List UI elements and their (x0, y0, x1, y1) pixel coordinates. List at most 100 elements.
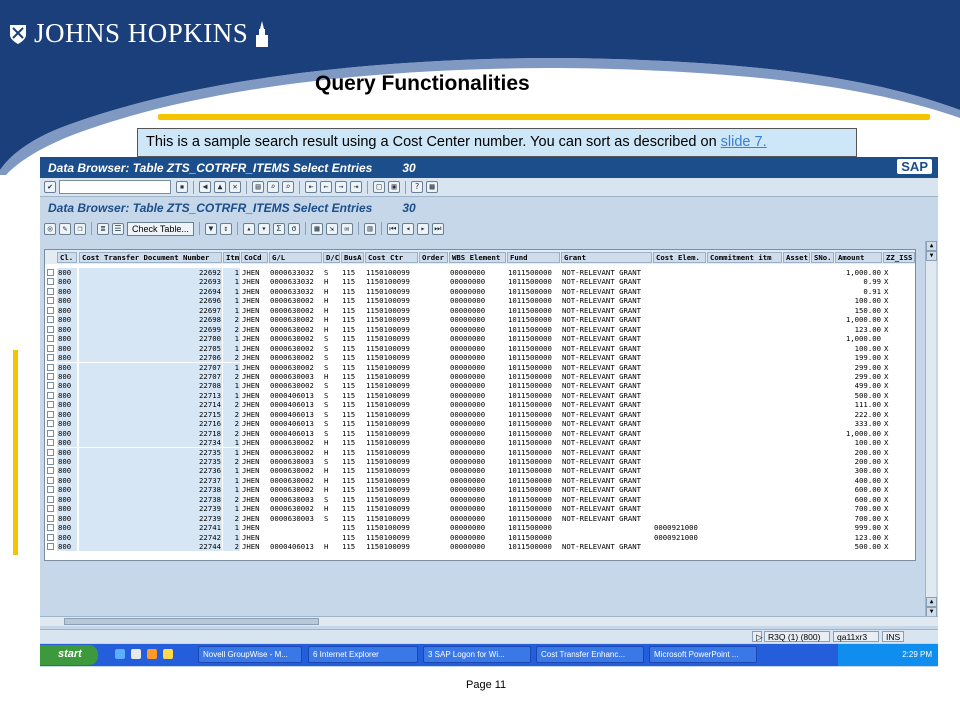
task-sap-logon[interactable]: 3 SAP Logon for Wi... (423, 646, 531, 663)
column-header[interactable]: G/L (269, 252, 322, 263)
new-session-icon[interactable]: □ (373, 181, 385, 193)
save-icon[interactable]: ▪ (176, 181, 188, 193)
table-row[interactable]: 800 22693 1 JHEN 0000633032 H 115 1150100099 000… (45, 277, 915, 287)
export-icon[interactable]: ⇲ (325, 222, 338, 235)
table-row[interactable]: 800 22739 1 JHEN 0000630002 H 115 1150100099 000… (45, 504, 915, 514)
table-row[interactable]: 800 22737 1 JHEN 0000630002 H 115 1150100099 000… (45, 475, 915, 486)
row-select-checkbox[interactable] (47, 382, 54, 390)
column-header[interactable]: BusA (341, 252, 364, 263)
scroll-up-bottom-icon[interactable]: ▲ (926, 597, 937, 607)
columns-icon[interactable]: ▥ (363, 222, 376, 235)
row-select-checkbox[interactable] (47, 316, 54, 324)
table-row[interactable]: 800 22705 1 JHEN 0000630002 S 115 1150100099 000… (45, 343, 915, 353)
row-select-checkbox[interactable] (47, 543, 54, 551)
row-select-checkbox[interactable] (47, 486, 54, 494)
total-icon[interactable]: Σ (272, 222, 285, 235)
column-header[interactable]: WBS Element (449, 252, 506, 263)
row-select-checkbox[interactable] (47, 306, 54, 314)
row-select-checkbox[interactable] (47, 448, 54, 456)
row-select-checkbox[interactable] (47, 410, 54, 418)
quicklaunch-ie-icon[interactable] (115, 649, 125, 659)
glasses-icon[interactable]: ◎ (44, 222, 56, 235)
filter-icon[interactable]: ▼ (204, 222, 217, 235)
scroll-thumb[interactable] (64, 618, 319, 625)
table-row[interactable]: 800 22735 2 JHEN 0000630003 S 115 1150100099 000… (45, 457, 915, 467)
next-page-icon[interactable]: → (335, 181, 347, 193)
table-row[interactable]: 800 22739 2 JHEN 0000630003 S 115 1150100099 000… (45, 513, 915, 524)
table-row[interactable]: 800 22706 2 JHEN 0000630002 S 115 1150100099 000… (45, 353, 915, 363)
row-select-checkbox[interactable] (47, 514, 54, 522)
column-header[interactable]: Amount (835, 252, 882, 263)
row-select-checkbox[interactable] (47, 524, 54, 532)
cancel-icon[interactable]: ✕ (229, 181, 241, 193)
row-select-checkbox[interactable] (47, 335, 54, 343)
table-row[interactable]: 800 22707 2 JHEN 0000630003 H 115 1150100099 000… (45, 371, 915, 382)
column-header[interactable]: Cl. (57, 252, 77, 263)
quicklaunch-desktop-icon[interactable] (131, 649, 141, 659)
prev-page-icon[interactable]: ← (320, 181, 332, 193)
subtotal-icon[interactable]: σ (287, 222, 300, 235)
horizontal-scrollbar[interactable] (40, 616, 938, 626)
status-expand-icon[interactable]: ▷ (752, 631, 763, 642)
last-icon[interactable]: ⏭ (431, 222, 444, 235)
table-row[interactable]: 800 22700 1 JHEN 0000630002 S 115 1150100099 000… (45, 334, 915, 344)
table-row[interactable]: 800 22699 2 JHEN 0000630002 H 115 1150100099 000… (45, 324, 915, 335)
table-row[interactable]: 800 22744 2 JHEN 0000406013 H 115 1150100099 000… (45, 542, 915, 552)
table-row[interactable]: 800 22698 2 JHEN 0000630002 H 115 1150100099 000… (45, 315, 915, 325)
table-row[interactable]: 800 22707 1 JHEN 0000630002 S 115 1150100099 000… (45, 362, 915, 372)
table-row[interactable]: 800 22736 1 JHEN 0000630002 H 115 1150100099 000… (45, 466, 915, 476)
row-select-checkbox[interactable] (47, 287, 54, 295)
sort-descending-icon[interactable]: ▾ (257, 222, 270, 235)
quicklaunch-media-icon[interactable] (147, 649, 157, 659)
layout-icon[interactable]: ▦ (426, 181, 438, 193)
row-select-checkbox[interactable] (47, 278, 54, 286)
table-row[interactable]: 800 22715 2 JHEN 0000406013 S 115 1150100099 000… (45, 409, 915, 420)
row-select-checkbox[interactable] (47, 505, 54, 513)
sort-ascending-icon[interactable]: ▴ (242, 222, 255, 235)
row-select-checkbox[interactable] (47, 372, 54, 380)
row-select-checkbox[interactable] (47, 476, 54, 484)
table-row[interactable]: 800 22734 1 JHEN 0000630002 H 115 1150100099 000… (45, 438, 915, 448)
row-select-checkbox[interactable] (47, 439, 54, 447)
table-row[interactable]: 800 22716 2 JHEN 0000406013 S 115 1150100099 000… (45, 419, 915, 429)
row-select-checkbox[interactable] (47, 420, 54, 428)
column-header[interactable]: Cost Elem. (653, 252, 706, 263)
shortcut-icon[interactable]: ▣ (388, 181, 400, 193)
task-internet-explorer[interactable]: 6 Internet Explorer (308, 646, 418, 663)
row-select-checkbox[interactable] (47, 344, 54, 352)
table-row[interactable]: 800 22718 2 JHEN 0000406013 S 115 1150100099 000… (45, 428, 915, 439)
column-header[interactable]: Grant (561, 252, 652, 263)
column-header[interactable]: Order (419, 252, 448, 263)
row-select-checkbox[interactable] (47, 354, 54, 362)
column-header[interactable]: ZZ_ISS (883, 252, 915, 263)
row-select-checkbox[interactable] (47, 297, 54, 305)
column-header[interactable]: Itm (223, 252, 240, 263)
find-icon[interactable]: ⌕ (267, 181, 279, 193)
row-select-checkbox[interactable] (47, 325, 54, 333)
first-page-icon[interactable]: ⇤ (305, 181, 317, 193)
table-row[interactable]: 800 22738 1 JHEN 0000630002 H 115 1150100099 000… (45, 485, 915, 495)
column-header[interactable]: Cost Ctr (365, 252, 418, 263)
row-select-checkbox[interactable] (47, 391, 54, 399)
help-icon[interactable]: ? (411, 181, 423, 193)
row-select-checkbox[interactable] (47, 269, 54, 276)
task-cost-transfer[interactable]: Cost Transfer Enhanc... (536, 646, 644, 663)
sort-icon[interactable]: ↕ (219, 222, 232, 235)
column-header[interactable]: CoCd (241, 252, 268, 263)
row-select-checkbox[interactable] (47, 363, 54, 371)
spreadsheet-icon[interactable]: ▦ (310, 222, 323, 235)
row-select-checkbox[interactable] (47, 467, 54, 475)
next-icon[interactable]: ▸ (416, 222, 429, 235)
column-header[interactable]: Asset (783, 252, 810, 263)
column-header[interactable]: SNo. (811, 252, 834, 263)
column-header[interactable]: Commitment itm (707, 252, 782, 263)
table-row[interactable]: 800 22697 1 JHEN 0000630002 H 115 1150100099 000… (45, 305, 915, 316)
exit-icon[interactable]: ▲ (214, 181, 226, 193)
last-page-icon[interactable]: ⇥ (350, 181, 362, 193)
row-select-checkbox[interactable] (47, 458, 54, 465)
print-icon[interactable]: ▤ (252, 181, 264, 193)
vertical-scrollbar[interactable]: ▲ ▼ ▲ ▼ (925, 241, 937, 617)
row-select-checkbox[interactable] (47, 429, 54, 437)
previous-icon[interactable]: ◂ (401, 222, 414, 235)
edit-icon[interactable]: ✎ (59, 222, 71, 235)
